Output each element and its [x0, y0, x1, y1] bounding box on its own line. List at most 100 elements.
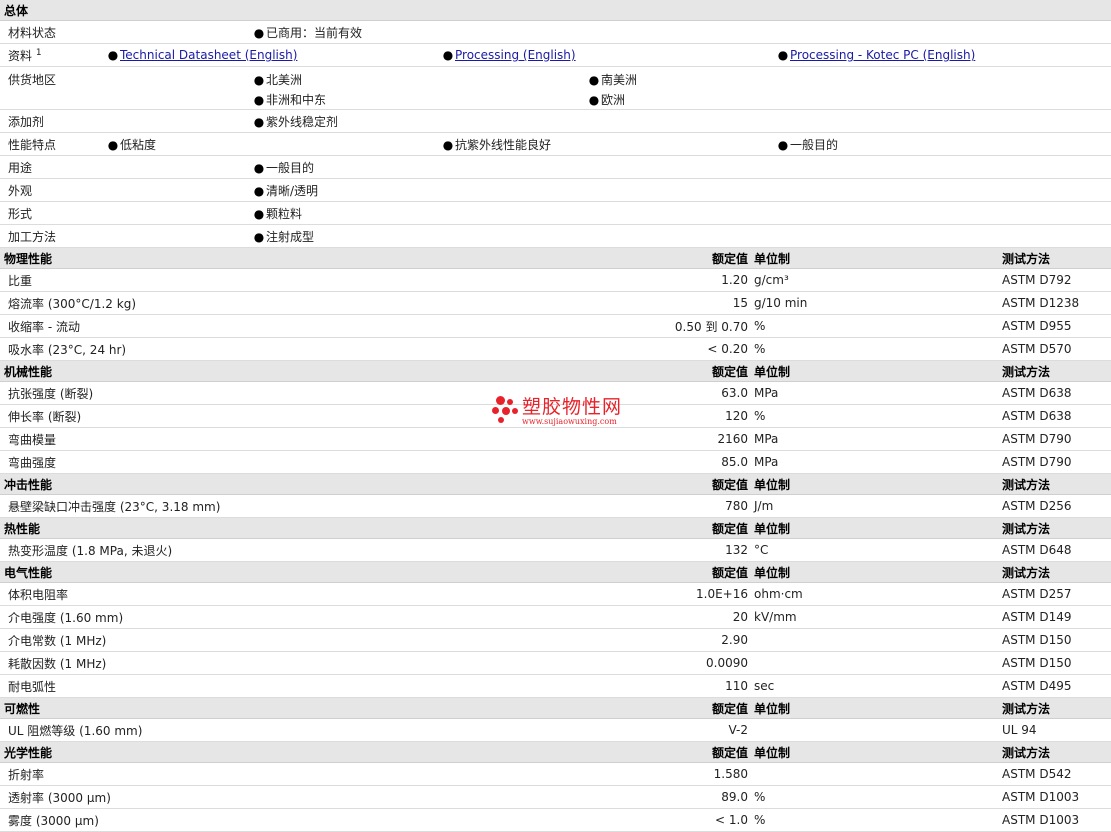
bullet-icon: ●: [777, 48, 789, 62]
section-title: 可燃性: [4, 701, 41, 716]
label-text: 外观: [8, 183, 33, 198]
value-item: ● 非洲和中东: [252, 91, 587, 108]
property-label: 伸长率: [8, 409, 45, 424]
column-header-unit: 单位制: [754, 745, 791, 760]
section-title: 物理性能: [4, 251, 53, 266]
property-condition: (断裂): [47, 409, 82, 424]
property-name: 折射率: [0, 766, 608, 783]
property-method: ASTM D1003: [1002, 790, 1080, 804]
property-label: 吸水率: [8, 342, 45, 357]
property-value: 1.0E+16: [696, 587, 748, 601]
bullet-icon: ●: [442, 137, 454, 152]
general-row-values: ● 清晰/透明: [252, 182, 1111, 199]
column-header-unit: 单位制: [754, 251, 791, 266]
property-value: 85.0: [721, 455, 748, 469]
section-header: 可燃性 额定值 单位制 测试方法: [0, 698, 1111, 719]
general-row: 外观 ● 清晰/透明: [0, 179, 1111, 202]
property-name: 悬壁梁缺口冲击强度 (23°C, 3.18 mm): [0, 498, 608, 515]
property-method: ASTM D792: [1002, 273, 1072, 287]
section-header: 冲击性能 额定值 单位制 测试方法: [0, 474, 1111, 495]
value-item: ● 一般目的: [252, 159, 587, 176]
property-label: 介电常数: [8, 633, 57, 648]
property-method: ASTM D495: [1002, 679, 1072, 693]
property-unit: J/m: [754, 499, 774, 513]
property-method: UL 94: [1002, 723, 1037, 737]
column-header-method: 测试方法: [1002, 701, 1051, 716]
property-row: 耗散因数 (1 MHz) 0.0090 ASTM D150: [0, 652, 1111, 675]
value-item: ● 注射成型: [252, 228, 587, 245]
section-title: 冲击性能: [4, 477, 53, 492]
general-row-label: 材料状态: [0, 24, 252, 41]
property-method: ASTM D790: [1002, 455, 1072, 469]
property-unit: MPa: [754, 432, 779, 446]
value-text: 抗紫外线性能良好: [455, 137, 552, 152]
document-link[interactable]: Technical Datasheet (English): [120, 48, 297, 62]
bullet-icon: ●: [253, 114, 265, 129]
section-title: 光学性能: [4, 745, 53, 760]
property-unit: MPa: [754, 386, 779, 400]
property-unit: ohm·cm: [754, 587, 803, 601]
section-header: 热性能 额定值 单位制 测试方法: [0, 518, 1111, 539]
general-row-values: ● 北美洲 ● 南美洲 ● 非洲和中东 ● 欧洲: [252, 67, 1111, 109]
value-text: 南美洲: [601, 72, 638, 87]
property-unit: g/10 min: [754, 296, 808, 310]
property-row: 熔流率 (300°C/1.2 kg) 15 g/10 min ASTM D1238: [0, 292, 1111, 315]
property-unit: kV/mm: [754, 610, 797, 624]
section-header: 光学性能 额定值 单位制 测试方法: [0, 742, 1111, 763]
property-row: 透射率 (3000 µm) 89.0% ASTM D1003: [0, 786, 1111, 809]
property-row: 弯曲强度 85.0 MPa ASTM D790: [0, 451, 1111, 474]
property-value: V-2: [728, 723, 748, 737]
property-condition: (断裂): [59, 386, 94, 401]
value-text: 北美洲: [266, 72, 303, 87]
property-label: 比重: [8, 273, 33, 288]
property-row: 热变形温度 (1.8 MPa, 未退火) 132 °C ASTM D648: [0, 539, 1111, 562]
value-item: ● 南美洲: [587, 71, 922, 88]
bullet-icon: ●: [588, 92, 600, 107]
column-header-method: 测试方法: [1002, 364, 1051, 379]
document-link[interactable]: Processing - Kotec PC (English): [790, 48, 975, 62]
property-unit: %: [754, 409, 766, 423]
property-condition: (1.8 MPa, 未退火): [71, 543, 173, 558]
property-name: 耗散因数 (1 MHz): [0, 655, 608, 672]
document-link[interactable]: Processing (English): [455, 48, 576, 62]
general-row: 形式 ● 颗粒料: [0, 202, 1111, 225]
property-value: 0.50 到 0.70: [674, 319, 748, 334]
property-value: 15: [732, 296, 748, 310]
property-label: 体积电阻率: [8, 587, 69, 602]
value-text: 一般目的: [790, 137, 839, 152]
column-header-unit: 单位制: [754, 364, 791, 379]
section-title: 总体: [4, 3, 29, 18]
column-header-value: 额定值: [711, 251, 748, 266]
column-header-value: 额定值: [711, 364, 748, 379]
value-item: ● Processing - Kotec PC (English): [776, 48, 1111, 62]
property-method: ASTM D570: [1002, 342, 1072, 356]
property-method: ASTM D638: [1002, 409, 1072, 423]
property-method: ASTM D955: [1002, 319, 1072, 333]
property-row: 收缩率 - 流动 0.50 到 0.70% ASTM D955: [0, 315, 1111, 338]
property-value: 780: [725, 499, 748, 513]
bullet-icon: ●: [442, 48, 454, 62]
bullet-icon: ●: [107, 137, 119, 152]
section-header: 物理性能 额定值 单位制 测试方法: [0, 248, 1111, 269]
property-name: 耐电弧性: [0, 678, 608, 695]
property-method: ASTM D150: [1002, 633, 1072, 647]
datasheet: 总体 材料状态 ● 已商用：当前有效 资料 1 ● Technical Datasheet …: [0, 0, 1111, 832]
label-text: 性能特点: [8, 137, 57, 152]
property-row: 耐电弧性 110 sec ASTM D495: [0, 675, 1111, 698]
property-label: 折射率: [8, 767, 45, 782]
property-condition: (3000 µm): [47, 790, 111, 805]
value-text: 一般目的: [266, 160, 315, 175]
bullet-icon: ●: [253, 183, 265, 198]
general-row: 供货地区 ● 北美洲 ● 南美洲 ● 非洲和中东 ● 欧洲: [0, 67, 1111, 110]
property-name: 体积电阻率: [0, 586, 608, 603]
bullet-icon: ●: [253, 92, 265, 107]
label-text: 添加剂: [8, 114, 45, 129]
column-header-value: 额定值: [711, 701, 748, 716]
bullet-icon: ●: [253, 72, 265, 87]
value-text: 欧洲: [601, 92, 626, 107]
property-value: 2160: [717, 432, 748, 446]
general-row: 材料状态 ● 已商用：当前有效: [0, 21, 1111, 44]
general-row-values: ● 紫外线稳定剂: [252, 113, 1111, 130]
general-row: 性能特点 ● 低粘度 ● 抗紫外线性能良好 ● 一般目的: [0, 133, 1111, 156]
general-row: 用途 ● 一般目的: [0, 156, 1111, 179]
